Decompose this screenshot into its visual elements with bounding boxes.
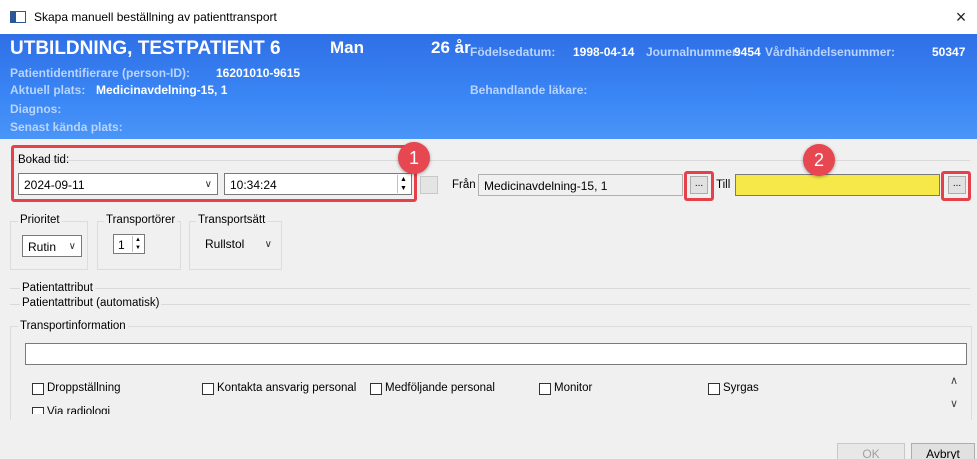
checkbox-label: Kontakta ansvarig personal [217, 382, 357, 394]
episode-value: 50347 [932, 45, 966, 59]
location-label: Aktuell plats: [10, 83, 86, 97]
transporters-value: 1 [118, 238, 125, 252]
priority-value: Rutin [28, 240, 57, 254]
mode-select[interactable]: Rullstol ∨ [200, 233, 278, 255]
to-label: Till [716, 179, 731, 191]
patient-header: UTBILDNING, TESTPATIENT 6 Man 26 år Föde… [0, 34, 977, 139]
dob-value: 1998-04-14 [573, 45, 635, 59]
mode-value: Rullstol [205, 237, 245, 251]
person-id-label: Patientidentifierare (person-ID): [10, 66, 191, 80]
to-field[interactable] [735, 174, 940, 196]
copy-icon[interactable] [420, 176, 438, 194]
priority-label: Prioritet [18, 214, 62, 226]
physician-label: Behandlande läkare: [470, 83, 588, 97]
dialog-window: Skapa manuell beställning av patienttran… [0, 0, 977, 459]
callout-badge-1: 1 [398, 142, 430, 174]
priority-select[interactable]: Rutin ∨ [22, 235, 82, 257]
from-field: Medicinavdelning-15, 1 [478, 174, 683, 196]
checkbox-box[interactable] [708, 383, 720, 395]
window-icon [10, 11, 26, 23]
attr-section-label[interactable]: Patientattribut [20, 282, 95, 294]
attr-auto-section-label[interactable]: Patientattribut (automatisk) [20, 297, 162, 309]
checkbox-label: Monitor [554, 382, 593, 394]
close-button[interactable]: × [948, 4, 974, 30]
highlight-box-to [941, 171, 971, 201]
chevron-down-icon: ∨ [68, 241, 76, 252]
last-location-label: Senast kända plats: [10, 120, 123, 134]
checkbox-via-radiologi[interactable]: Via radiologi [32, 406, 232, 414]
checkbox-label: Via radiologi [47, 406, 111, 414]
checkbox-label: Medföljande personal [385, 382, 495, 394]
transport-info-input[interactable] [25, 343, 967, 365]
patient-name: UTBILDNING, TESTPATIENT 6 [10, 38, 281, 59]
journal-value: 9454 [734, 45, 761, 59]
journal-label: Journalnummer: [646, 45, 741, 59]
transport-info-label: Transportinformation [18, 320, 128, 332]
transporters-label: Transportörer [104, 214, 178, 226]
checkbox-box[interactable] [32, 383, 44, 395]
scroll-down-icon[interactable]: ∨ [950, 397, 958, 410]
patient-sex: Man [330, 38, 364, 57]
checkbox-box[interactable] [202, 383, 214, 395]
checkbox-label: Syrgas [723, 382, 759, 394]
checkbox-box[interactable] [539, 383, 551, 395]
dob-label: Födelsedatum: [470, 45, 556, 59]
attr-separator [10, 288, 970, 289]
patient-age: 26 år [431, 38, 471, 57]
checkbox-box[interactable] [370, 383, 382, 395]
callout-badge-2: 2 [803, 144, 835, 176]
ok-button[interactable]: OK [837, 443, 905, 459]
location-value: Medicinavdelning-15, 1 [96, 83, 228, 97]
from-value: Medicinavdelning-15, 1 [484, 179, 608, 193]
mode-label: Transportsätt [196, 214, 268, 226]
diagnosis-label: Diagnos: [10, 102, 62, 116]
window-title: Skapa manuell beställning av patienttran… [34, 10, 277, 24]
person-id-value: 16201010-9615 [216, 66, 301, 80]
highlight-box-from [684, 171, 714, 201]
stepper-arrows[interactable]: ▲ ▼ [132, 236, 143, 252]
cancel-button[interactable]: Avbryt [911, 443, 975, 459]
episode-label: Vårdhändelsenummer: [765, 45, 896, 59]
from-label: Från [452, 179, 476, 191]
chevron-down-icon: ∨ [264, 239, 272, 250]
title-bar: Skapa manuell beställning av patienttran… [0, 0, 977, 34]
checkbox-label: Droppställning [47, 382, 121, 394]
highlight-box-1 [11, 145, 417, 202]
transporters-stepper[interactable]: 1 ▲ ▼ [113, 234, 145, 254]
scroll-up-icon[interactable]: ∧ [950, 374, 958, 387]
checkbox-box[interactable] [32, 407, 44, 414]
